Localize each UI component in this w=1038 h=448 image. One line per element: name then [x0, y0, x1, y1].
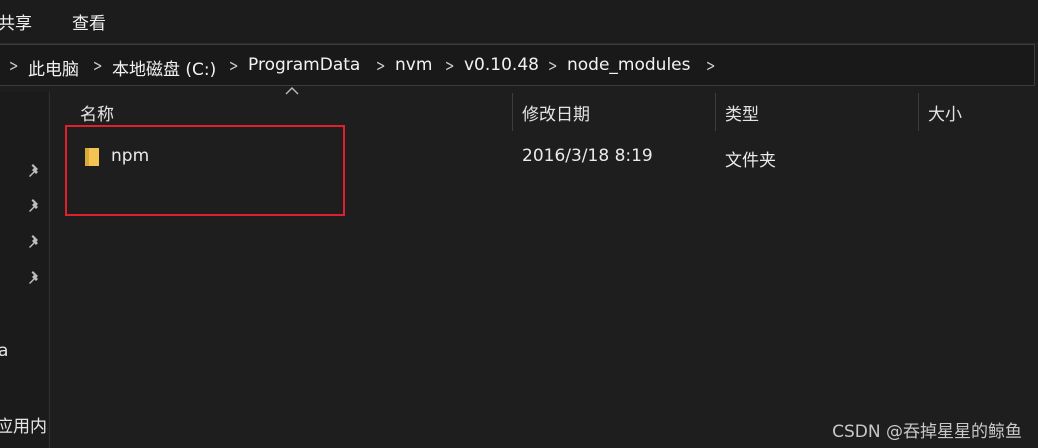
chevron-right-icon[interactable]: >: [548, 56, 557, 75]
breadcrumb-local-disk[interactable]: 本地磁盘 (C:): [112, 55, 216, 80]
nav-item-app-content[interactable]: 应用内容: [0, 412, 48, 437]
pin-icon[interactable]: [26, 197, 44, 215]
column-header-type[interactable]: 类型: [725, 100, 759, 125]
chevron-right-icon[interactable]: >: [706, 56, 715, 75]
sort-up-icon[interactable]: [284, 86, 300, 96]
tab-view[interactable]: 查看: [72, 9, 106, 34]
chevron-right-icon[interactable]: >: [376, 56, 385, 75]
breadcrumb-version[interactable]: v0.10.48: [464, 55, 539, 75]
column-divider[interactable]: [918, 93, 919, 131]
chevron-right-icon[interactable]: >: [93, 56, 102, 75]
chevron-right-icon[interactable]: >: [445, 56, 454, 75]
pin-icon[interactable]: [26, 233, 44, 251]
ribbon-bar: 共享 查看: [0, 0, 1038, 44]
chevron-right-icon[interactable]: >: [9, 56, 18, 75]
nav-item-a[interactable]: a: [0, 341, 8, 361]
breadcrumb-programdata[interactable]: ProgramData: [248, 55, 360, 75]
column-header-name[interactable]: 名称: [80, 100, 114, 125]
column-divider[interactable]: [715, 93, 716, 131]
address-bar[interactable]: > 此电脑 > 本地磁盘 (C:) > ProgramData > nvm > …: [0, 44, 1035, 86]
breadcrumb-this-pc[interactable]: 此电脑: [28, 55, 79, 80]
tab-share[interactable]: 共享: [0, 9, 32, 34]
navigation-pane[interactable]: a 应用内容: [0, 92, 48, 448]
pin-icon[interactable]: [26, 269, 44, 287]
chevron-right-icon[interactable]: >: [229, 56, 238, 75]
breadcrumb-node-modules[interactable]: node_modules: [567, 55, 691, 75]
column-divider[interactable]: [512, 93, 513, 131]
watermark: CSDN @吞掉星星的鲸鱼: [832, 422, 1022, 442]
pin-icon[interactable]: [26, 162, 44, 180]
column-header-size[interactable]: 大小: [928, 100, 962, 125]
column-header-modified[interactable]: 修改日期: [522, 100, 590, 125]
highlight-box: [65, 125, 345, 216]
file-type: 文件夹: [725, 151, 776, 171]
file-modified: 2016/3/18 8:19: [522, 146, 653, 166]
breadcrumb-nvm[interactable]: nvm: [395, 55, 432, 75]
